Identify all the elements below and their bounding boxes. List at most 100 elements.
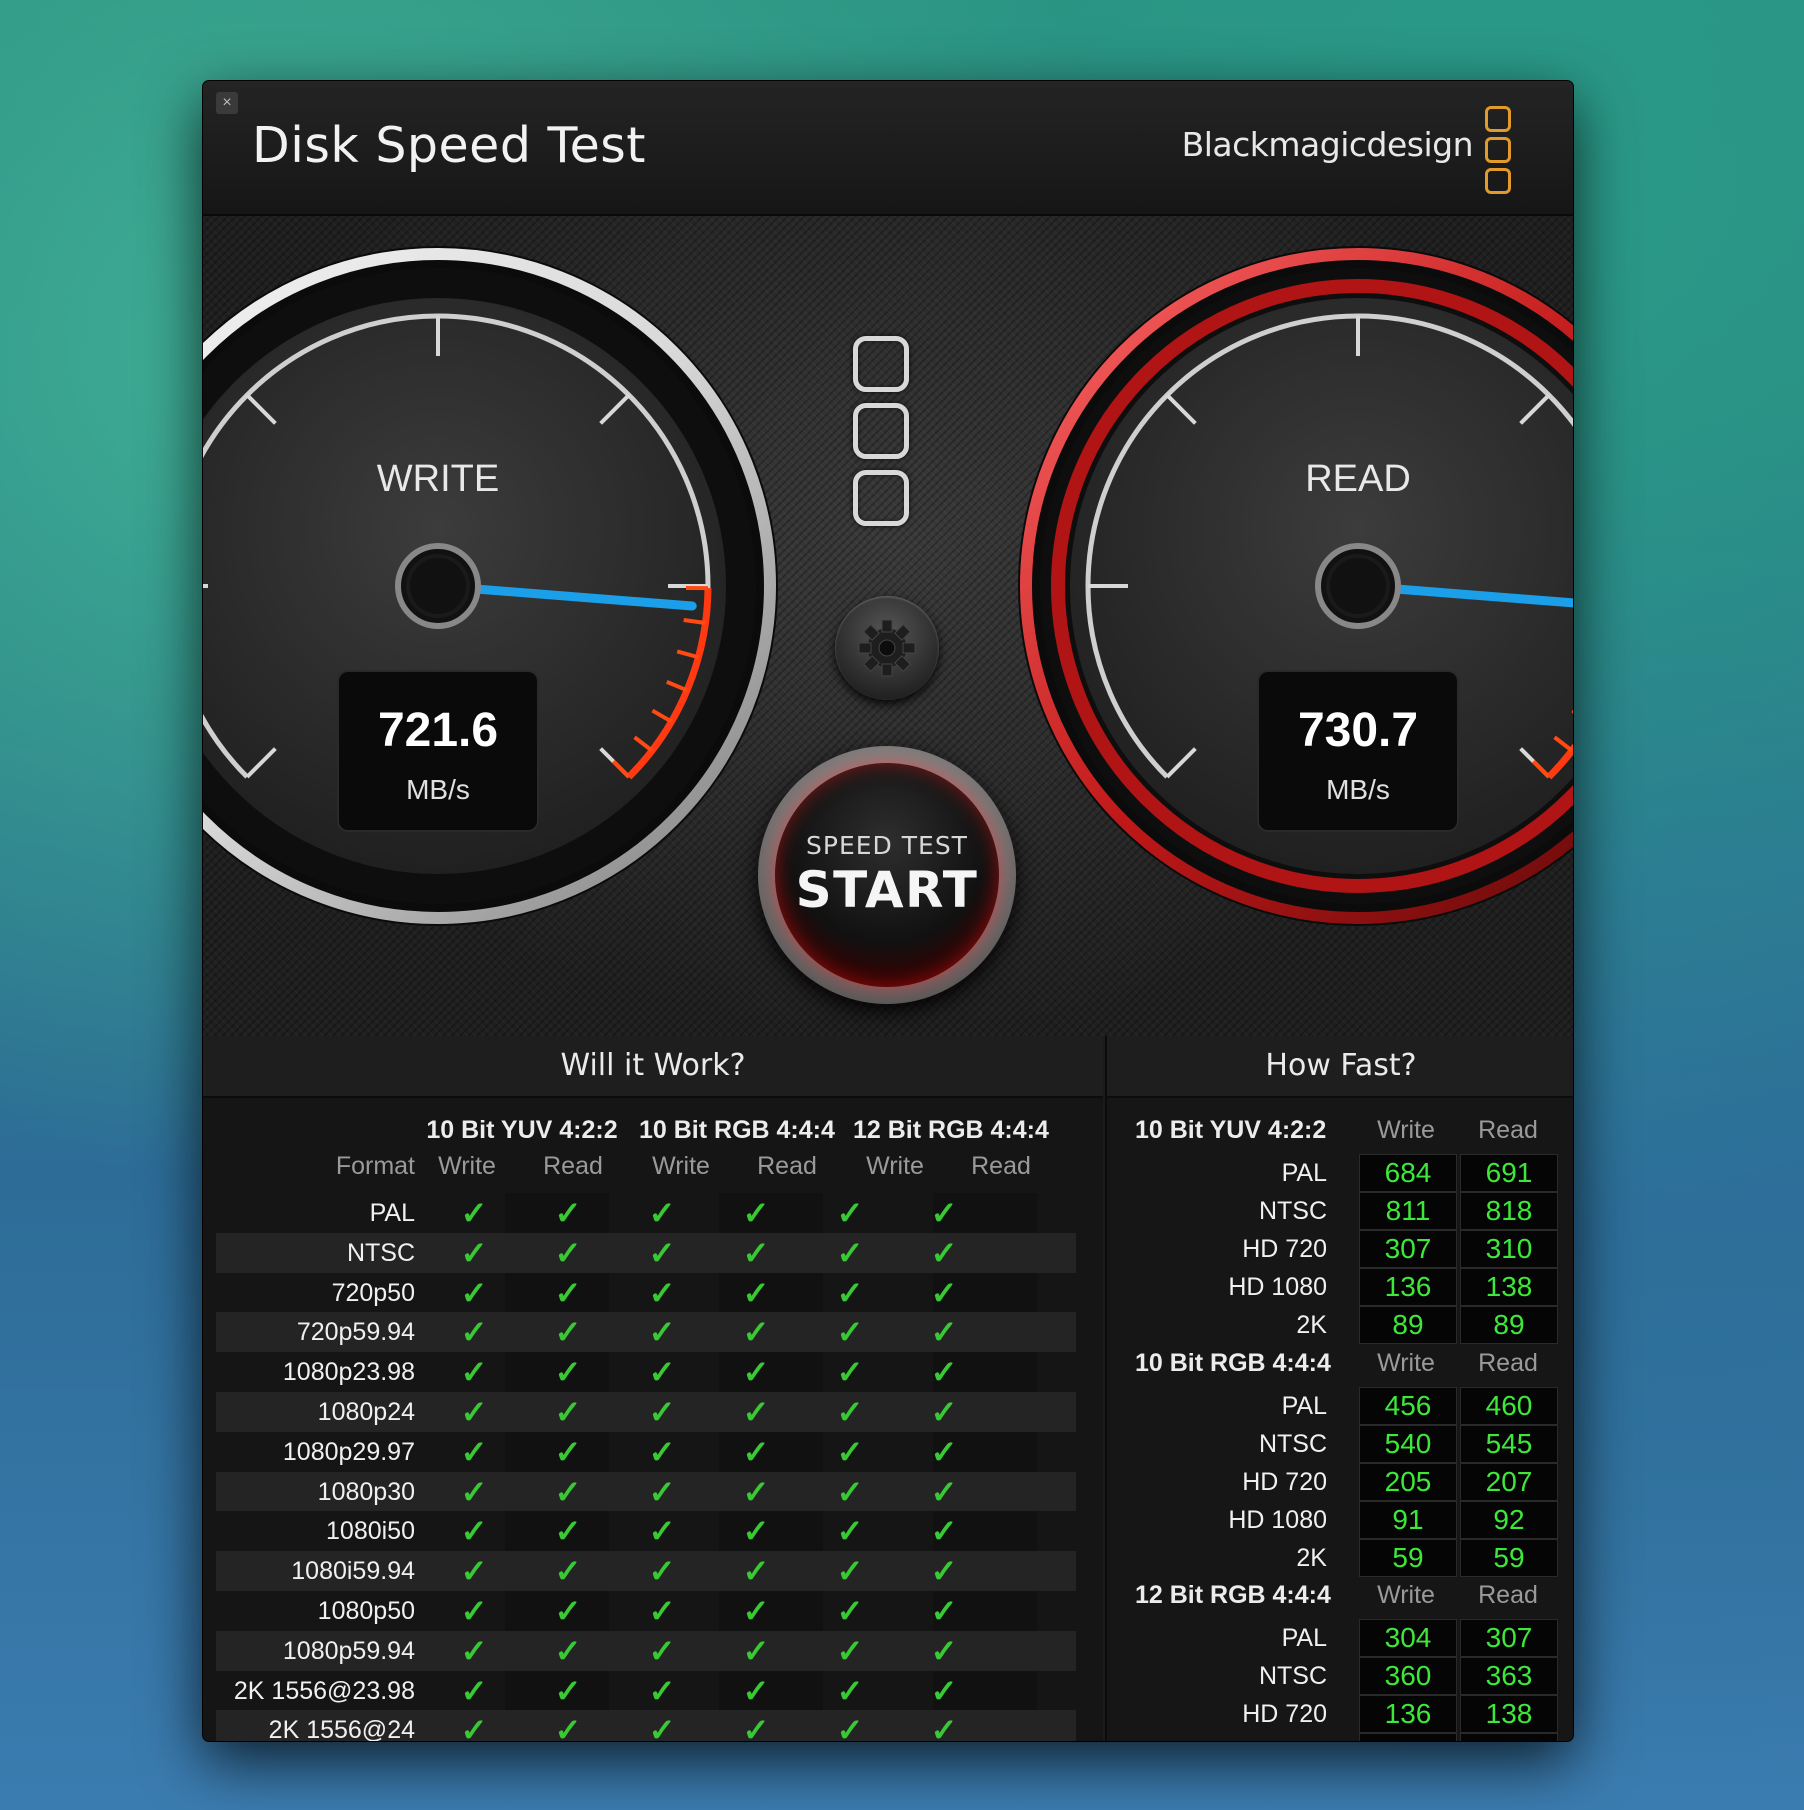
check-icon: ✓ [742, 1712, 770, 1741]
read-fps-value: 61 [1460, 1733, 1558, 1741]
check-icon: ✓ [742, 1632, 770, 1669]
how-fast-panel: How Fast? 10 Bit YUV 4:2:2 Write Read PAL 68… [1105, 1036, 1573, 1741]
gear-icon [858, 619, 916, 677]
read-fps-value: 138 [1460, 1268, 1558, 1306]
check-icon: ✓ [460, 1553, 488, 1590]
column-header: Write [866, 1152, 924, 1180]
read-fps-value: 92 [1460, 1501, 1558, 1539]
write-fps-value: 59 [1359, 1539, 1457, 1577]
read-fps-value: 207 [1460, 1463, 1558, 1501]
how-fast-row: NTSC 540 545 [1107, 1425, 1573, 1463]
read-fps-value: 460 [1460, 1387, 1558, 1425]
how-fast-row: HD 1080 136 138 [1107, 1268, 1573, 1306]
app-title: Disk Speed Test [252, 117, 646, 174]
format-row: PAL ✓ ✓ ✓ ✓ ✓ ✓ [216, 1193, 1076, 1233]
check-icon: ✓ [460, 1433, 488, 1470]
format-name: 720p59.94 [296, 1318, 415, 1347]
check-icon: ✓ [836, 1234, 864, 1271]
column-header: Write [652, 1152, 710, 1180]
check-icon: ✓ [554, 1393, 582, 1430]
how-fast-format: PAL [1281, 1392, 1327, 1420]
read-gauge: READ 730.7 MB/s [1018, 246, 1573, 926]
format-name: 1080i50 [326, 1517, 415, 1546]
check-icon: ✓ [742, 1354, 770, 1391]
gauge-unit: MB/s [1326, 774, 1390, 805]
check-icon: ✓ [742, 1592, 770, 1629]
format-name: 1080p50 [317, 1596, 415, 1625]
check-icon: ✓ [554, 1632, 582, 1669]
check-icon: ✓ [836, 1274, 864, 1311]
how-fast-row: HD 720 205 207 [1107, 1463, 1573, 1501]
check-icon: ✓ [930, 1274, 958, 1311]
how-fast-row: NTSC 811 818 [1107, 1192, 1573, 1230]
format-name: 1080p30 [317, 1477, 415, 1506]
how-fast-format: 2K [1296, 1311, 1327, 1339]
read-fps-value: 691 [1460, 1154, 1558, 1192]
check-icon: ✓ [930, 1473, 958, 1510]
check-icon: ✓ [836, 1513, 864, 1550]
check-icon: ✓ [836, 1393, 864, 1430]
write-column-header: Write [1377, 1581, 1435, 1609]
gauge-value: 730.7 [1298, 704, 1418, 757]
check-icon: ✓ [648, 1712, 676, 1741]
how-fast-format: NTSC [1258, 1430, 1327, 1458]
check-icon: ✓ [648, 1274, 676, 1311]
check-icon: ✓ [742, 1274, 770, 1311]
how-fast-format: PAL [1281, 1624, 1327, 1652]
check-icon: ✓ [836, 1553, 864, 1590]
write-fps-value: 304 [1359, 1619, 1457, 1657]
check-icon: ✓ [648, 1195, 676, 1231]
write-fps-value: 136 [1359, 1695, 1457, 1733]
check-icon: ✓ [836, 1473, 864, 1510]
check-icon: ✓ [742, 1553, 770, 1590]
format-row: 2K 1556@24 ✓ ✓ ✓ ✓ ✓ ✓ [216, 1710, 1076, 1741]
column-header: Write [438, 1152, 496, 1180]
check-icon: ✓ [554, 1672, 582, 1709]
how-fast-title: How Fast? [1107, 1036, 1573, 1098]
settings-gear-button[interactable] [835, 596, 939, 700]
read-fps-value: 138 [1460, 1695, 1558, 1733]
check-icon: ✓ [554, 1513, 582, 1550]
read-column-header: Read [1478, 1349, 1538, 1377]
read-fps-value: 363 [1460, 1657, 1558, 1695]
close-icon[interactable]: × [216, 92, 238, 114]
check-icon: ✓ [554, 1274, 582, 1311]
center-logo-icon [853, 336, 909, 537]
check-icon: ✓ [648, 1314, 676, 1351]
how-fast-row: HD 1080 6061 [1107, 1733, 1573, 1741]
gauge-label: WRITE [377, 458, 499, 500]
format-name: 1080i59.94 [291, 1557, 415, 1586]
write-fps-value: 360 [1359, 1657, 1457, 1695]
format-name: PAL [369, 1199, 415, 1227]
check-icon: ✓ [460, 1354, 488, 1391]
check-icon: ✓ [460, 1314, 488, 1351]
write-fps-value: 60 [1359, 1733, 1457, 1741]
format-row: 1080p29.97 ✓ ✓ ✓ ✓ ✓ ✓ [216, 1432, 1076, 1472]
format-row: 720p59.94 ✓ ✓ ✓ ✓ ✓ ✓ [216, 1312, 1076, 1353]
check-icon: ✓ [460, 1195, 488, 1231]
check-icon: ✓ [836, 1314, 864, 1351]
how-fast-format: HD 720 [1242, 1468, 1327, 1496]
check-icon: ✓ [460, 1592, 488, 1629]
check-icon: ✓ [930, 1712, 958, 1741]
how-fast-group-title: 10 Bit YUV 4:2:2 [1135, 1116, 1327, 1144]
format-name: 2K 1556@23.98 [233, 1676, 415, 1705]
format-name: 1080p29.97 [282, 1437, 415, 1466]
check-icon: ✓ [554, 1354, 582, 1391]
format-name: 720p50 [331, 1278, 415, 1307]
check-icon: ✓ [648, 1393, 676, 1430]
write-fps-value: 136 [1359, 1268, 1457, 1306]
speed-test-start-button[interactable]: SPEED TEST START [758, 746, 1016, 1004]
gauge-label: READ [1305, 458, 1411, 500]
check-icon: ✓ [742, 1314, 770, 1351]
how-fast-row: HD 720 307 310 [1107, 1230, 1573, 1268]
check-icon: ✓ [460, 1234, 488, 1271]
gauge-value: 721.6 [378, 704, 498, 757]
how-fast-row: 2K 59 59 [1107, 1539, 1573, 1577]
write-fps-value: 684 [1359, 1154, 1457, 1192]
how-fast-row: HD 720 136 138 [1107, 1695, 1573, 1733]
check-icon: ✓ [930, 1354, 958, 1391]
format-row: 1080p50 ✓ ✓ ✓ ✓ ✓ ✓ [216, 1591, 1076, 1631]
write-gauge: WRITE 721.6 MB/s [203, 246, 778, 926]
check-icon: ✓ [648, 1592, 676, 1629]
